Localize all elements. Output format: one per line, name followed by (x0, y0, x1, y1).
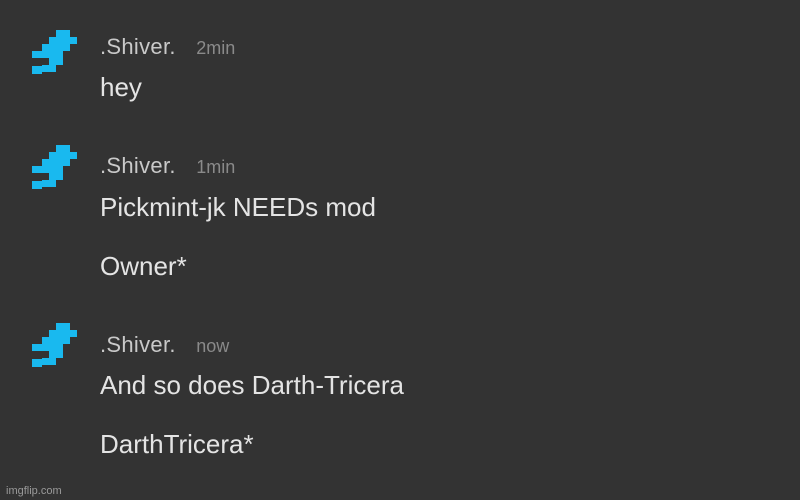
avatar[interactable] (28, 28, 84, 84)
blue-pixel-arrow-icon (32, 323, 77, 367)
message-header: .Shiver. 2min (100, 34, 235, 60)
timestamp: now (196, 336, 230, 356)
message-header: .Shiver. 1min (100, 153, 235, 179)
avatar[interactable] (28, 321, 84, 377)
username[interactable]: .Shiver. (100, 153, 176, 178)
username[interactable]: .Shiver. (100, 34, 176, 59)
message-text: And so does Darth-Tricera (100, 370, 404, 400)
timestamp: 2min (196, 38, 236, 58)
blue-pixel-arrow-icon (32, 145, 77, 189)
message-text: DarthTricera* (100, 429, 254, 459)
username[interactable]: .Shiver. (100, 332, 176, 357)
message-text: hey (100, 72, 142, 102)
avatar[interactable] (28, 143, 84, 199)
watermark: imgflip.com (6, 485, 62, 497)
message-text: Pickmint-jk NEEDs mod (100, 192, 376, 222)
blue-pixel-arrow-icon (32, 30, 77, 74)
message-text: Owner* (100, 251, 187, 281)
timestamp: 1min (196, 157, 236, 177)
message-header: .Shiver. now (100, 332, 229, 358)
